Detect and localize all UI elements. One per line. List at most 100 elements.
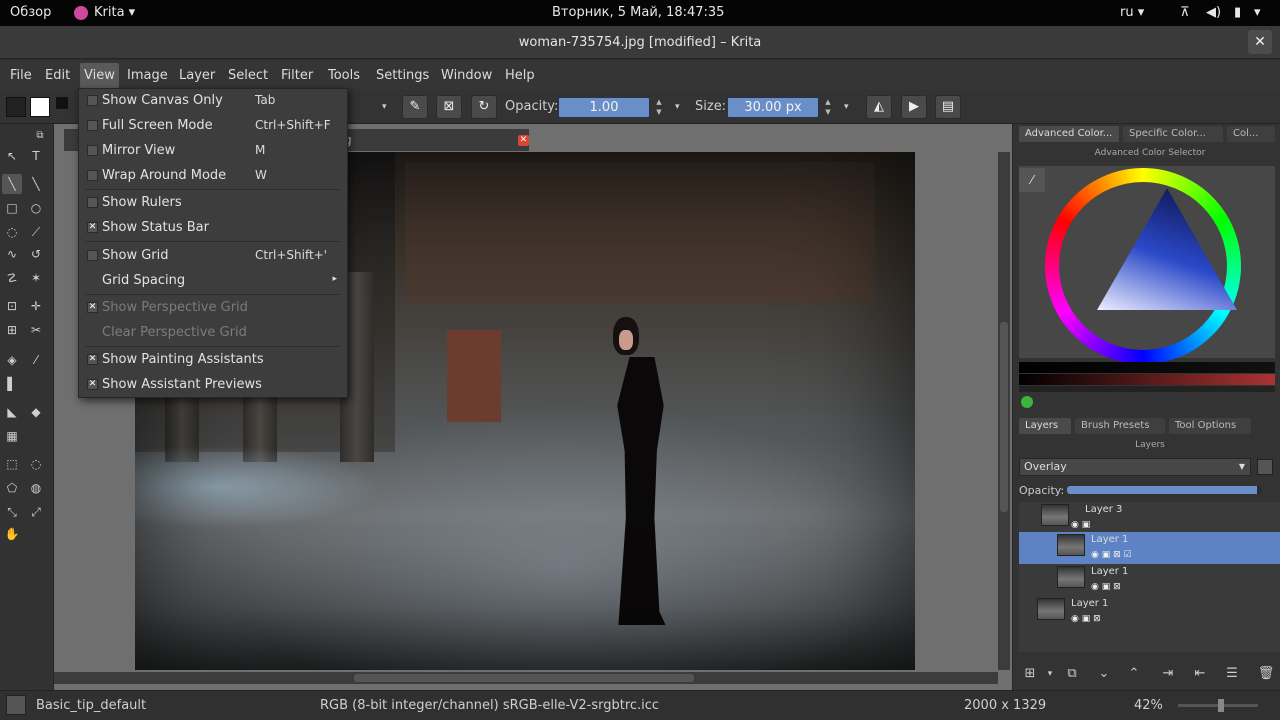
color-patches-icon[interactable] [1021, 396, 1033, 408]
add-layer-chevron-icon[interactable]: ▾ [1039, 664, 1061, 684]
menu-select[interactable]: Select [228, 68, 268, 83]
menu-window[interactable]: Window [441, 68, 492, 83]
freehand-selection-tool-icon[interactable]: ◍ [26, 478, 46, 498]
opacity-dropdown-chevron-icon[interactable]: ▾ [675, 102, 680, 112]
move-layer-up-icon[interactable]: ⌃ [1123, 664, 1145, 684]
canvas-horizontal-scrollbar[interactable] [54, 672, 998, 684]
language-indicator[interactable]: ru ▾ [1120, 5, 1144, 20]
zoom-slider[interactable] [1178, 699, 1258, 712]
size-stepper-icon[interactable]: ▲ ▼ [822, 97, 834, 118]
menu-file[interactable]: File [10, 68, 32, 83]
layer-visibility-lock-icons[interactable]: ◉ ▣ ⊠ [1091, 582, 1121, 592]
activities-button[interactable]: Обзор [10, 5, 51, 20]
menu-item-show-painting-assistants[interactable]: ✕ Show Painting Assistants [79, 348, 347, 372]
background-color-swatch[interactable] [30, 97, 50, 117]
duplicate-layer-icon[interactable]: ⧉ [1061, 664, 1083, 684]
menu-item-full-screen-mode[interactable]: Full Screen Mode Ctrl+Shift+F [79, 114, 347, 138]
tab-layers[interactable]: Layers [1019, 418, 1071, 434]
crop-tool-icon[interactable]: ⊡ [2, 296, 22, 316]
layer-visibility-lock-icons[interactable]: ◉ ▣ ⊠ [1071, 614, 1101, 624]
canvas-vertical-scrollbar[interactable] [998, 152, 1010, 670]
layer-opacity-slider[interactable] [1067, 486, 1261, 494]
menu-item-show-status-bar[interactable]: ✕ Show Status Bar [79, 216, 347, 240]
zoom-slider-knob[interactable] [1218, 699, 1224, 712]
transform-tool-icon[interactable]: ⊞ [2, 320, 22, 340]
app-menu-button[interactable]: Krita ▾ [94, 5, 135, 20]
polyline-tool-icon[interactable]: ⟋ [26, 222, 46, 242]
perspective-grid-tool-icon[interactable]: ◆ [26, 402, 46, 422]
layer-properties-icon[interactable] [1257, 459, 1273, 475]
ellipse-tool-icon[interactable]: ○ [26, 198, 46, 218]
layer-visibility-lock-icons[interactable]: ◉ ▣ [1071, 520, 1090, 530]
tab-color-more[interactable]: Col... [1227, 126, 1275, 142]
fill-tool-icon[interactable]: ◈ [2, 350, 22, 370]
assistant-tool-icon[interactable]: ◣ [2, 402, 22, 422]
color-picker-tool-icon[interactable]: ⁄ [26, 350, 46, 370]
elliptical-selection-tool-icon[interactable]: ◌ [26, 454, 46, 474]
menu-item-show-canvas-only[interactable]: Show Canvas Only Tab [79, 89, 347, 113]
tab-specific-color[interactable]: Specific Color... [1123, 126, 1223, 142]
layer-row-selected[interactable]: Layer 1 ◉ ▣ ⊠ ☑ [1019, 532, 1280, 564]
layer-row[interactable]: Layer 1 ◉ ▣ ⊠ [1019, 564, 1280, 596]
opacity-spinbox[interactable]: 1.00 [558, 97, 650, 118]
move-layer-down-icon[interactable]: ⌄ [1093, 664, 1115, 684]
menu-item-grid-spacing[interactable]: Grid Spacing ▸ [79, 269, 347, 293]
preset-dropdown-chevron-icon[interactable]: ▾ [382, 102, 387, 112]
menu-image[interactable]: Image [127, 68, 168, 83]
menu-item-show-grid[interactable]: Show Grid Ctrl+Shift+' [79, 244, 347, 268]
menu-filter[interactable]: Filter [281, 68, 313, 83]
menu-tools[interactable]: Tools [328, 68, 360, 83]
polygon-tool-icon[interactable]: ◌ [2, 222, 22, 242]
menu-item-show-assistant-previews[interactable]: ✕ Show Assistant Previews [79, 373, 347, 397]
similar-selection-tool-icon[interactable]: ⤢ [26, 502, 46, 522]
layer-visibility-lock-icons[interactable]: ◉ ▣ ⊠ ☑ [1091, 550, 1132, 560]
menu-item-show-rulers[interactable]: Show Rulers [79, 191, 347, 215]
measure-tool-icon[interactable]: ✂ [26, 320, 46, 340]
mirror-vertical-button[interactable]: ▶ [901, 95, 927, 119]
grid-tool-icon[interactable]: ▦ [2, 426, 22, 446]
alpha-lock-button[interactable]: ⊠ [436, 95, 462, 119]
bezier-tool-icon[interactable]: ∿ [2, 244, 22, 264]
move-tool-icon[interactable]: ✛ [26, 296, 46, 316]
delete-layer-icon[interactable]: 🗑 [1255, 664, 1277, 684]
horizontal-scroll-thumb[interactable] [354, 674, 694, 682]
menu-item-wrap-around-mode[interactable]: Wrap Around Mode W [79, 164, 347, 188]
battery-icon[interactable]: ▮ [1234, 5, 1241, 20]
size-spinbox[interactable]: 30.00 px [727, 97, 819, 118]
hue-ring[interactable] [1045, 168, 1241, 364]
freehand-brush-tool-icon[interactable]: ╲ [2, 174, 22, 194]
select-shapes-tool-icon[interactable]: ↖ [2, 146, 22, 166]
line-tool-icon[interactable]: ╲ [26, 174, 46, 194]
eraser-mode-button[interactable]: ✎ [402, 95, 428, 119]
multibrush-tool-icon[interactable]: ✶ [26, 268, 46, 288]
add-layer-icon[interactable]: ⊞ [1019, 664, 1041, 684]
close-window-button[interactable]: ✕ [1248, 30, 1272, 54]
rectangle-tool-icon[interactable]: □ [2, 198, 22, 218]
swap-colors-icon[interactable] [56, 97, 68, 109]
system-menu-chevron-icon[interactable]: ▾ [1254, 5, 1261, 20]
recent-colors-strip[interactable] [1019, 362, 1275, 373]
contiguous-selection-tool-icon[interactable]: ⤡ [2, 502, 22, 522]
dynamic-brush-tool-icon[interactable]: ☡ [2, 268, 22, 288]
color-gradient-strip[interactable] [1019, 374, 1275, 385]
wifi-icon[interactable]: ⊼ [1180, 5, 1190, 20]
polygonal-selection-tool-icon[interactable]: ⬠ [2, 478, 22, 498]
menu-help[interactable]: Help [505, 68, 535, 83]
menu-view[interactable]: View [80, 63, 119, 88]
vertical-scroll-thumb[interactable] [1000, 322, 1008, 512]
tab-brush-presets[interactable]: Brush Presets [1075, 418, 1165, 434]
layer-row[interactable]: Layer 1 ◉ ▣ ⊠ [1019, 596, 1280, 628]
foreground-color-swatch[interactable] [6, 97, 26, 117]
menu-edit[interactable]: Edit [45, 68, 70, 83]
close-tab-icon[interactable]: ✕ [518, 135, 529, 146]
tab-tool-options[interactable]: Tool Options [1169, 418, 1251, 434]
menu-layer[interactable]: Layer [179, 68, 215, 83]
eyedropper-icon[interactable]: ⁄ [1019, 168, 1045, 192]
outdent-layer-icon[interactable]: ⇤ [1189, 664, 1211, 684]
text-tool-icon[interactable]: T [26, 146, 46, 166]
toolbox-options-icon[interactable]: ⧉ [30, 126, 50, 146]
size-dropdown-chevron-icon[interactable]: ▾ [844, 102, 849, 112]
brush-preview-icon[interactable] [6, 695, 26, 715]
advanced-color-selector[interactable] [1019, 166, 1275, 364]
indent-layer-icon[interactable]: ⇥ [1157, 664, 1179, 684]
